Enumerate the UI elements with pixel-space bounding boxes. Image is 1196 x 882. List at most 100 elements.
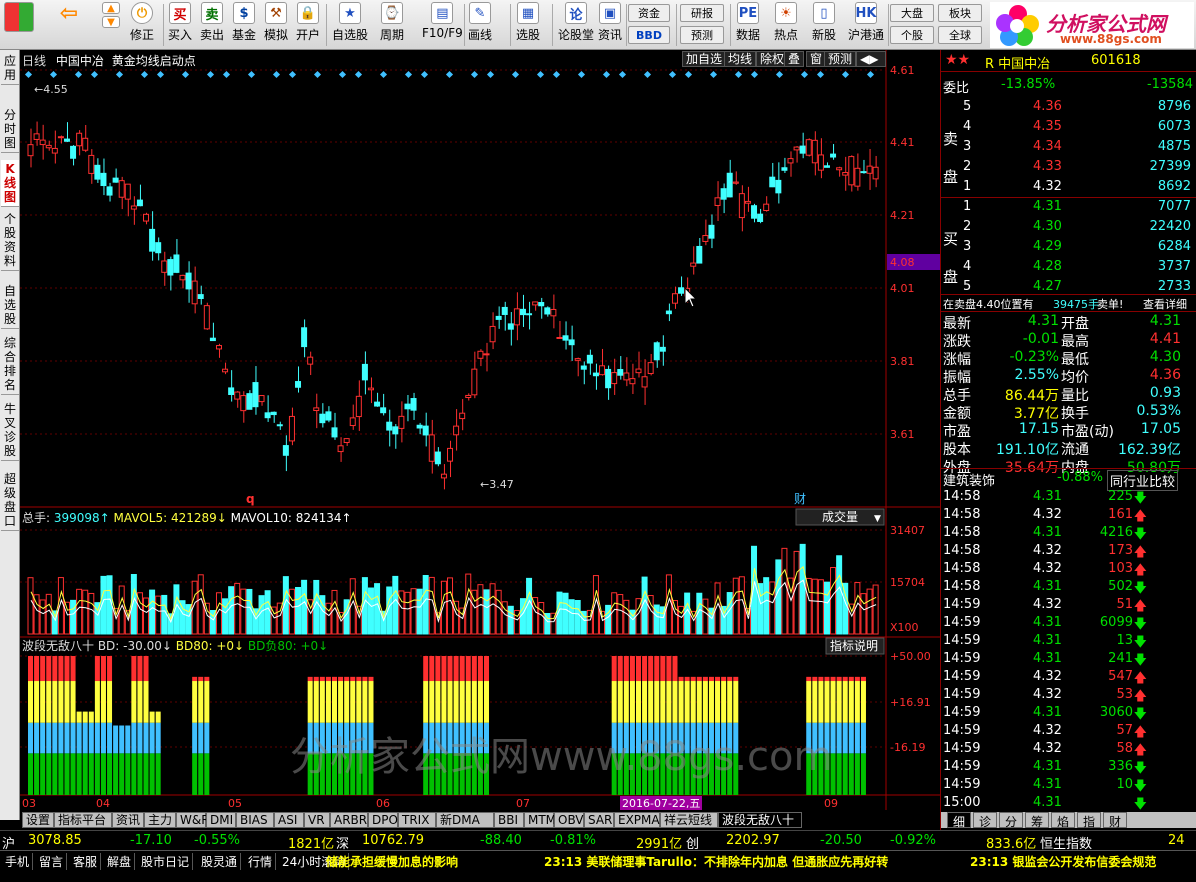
toolbar-4-button[interactable]: 🔒 开户 [294,2,322,48]
kline-chart-area[interactable]: 4.61 4.41 4.21 4.01 3.81 3.61 4.08 ←4.55 ←3.47 q 财… [20,50,941,820]
left-tab-5[interactable]: 综合排名 [1,334,19,395]
sell-row[interactable]: 5 4.36 8796 [941,98,1196,116]
left-tab-3[interactable]: 个股资料 [1,210,19,271]
chart-nav-icon[interactable]: ◀▶ [856,51,886,67]
right-tab-4[interactable]: 焰 [1051,812,1075,829]
candle-body [288,415,295,442]
left-tab-2[interactable]: K线图 [1,160,19,207]
indicator-tab-11[interactable]: TRIX [398,812,436,828]
right-tab-6[interactable]: 财 [1103,812,1127,829]
indicator-tab-0[interactable]: 设置 [22,812,54,828]
toolbar-2-button[interactable]: $ 基金 [230,2,258,48]
chart-btn-1[interactable]: 均线 [724,51,757,67]
indicator-tab-6[interactable]: BIAS [236,812,274,828]
windows-logo-icon[interactable] [2,2,36,48]
toolbar-12-button[interactable]: PE 数据 [734,2,762,48]
indicator-tab-15[interactable]: OBV [554,812,584,828]
indicator-tab-5[interactable]: DMI [206,812,236,828]
indicator-bar [435,681,441,723]
dapan-button[interactable]: 大盘 [890,4,934,22]
right-tab-2[interactable]: 分 [999,812,1023,829]
toolbar-15-button[interactable]: HK 沪港通 [846,2,886,48]
indicator-tab-17[interactable]: EXPMA [614,812,660,828]
bankuai-button[interactable]: 板块 [938,4,982,22]
sell-row[interactable]: 3 4.34 4875 [941,138,1196,156]
buy-row[interactable]: 2 4.30 22420 [941,218,1196,236]
indicator-bar [611,681,617,723]
status-btn-5[interactable]: 股灵通 [198,853,242,870]
sell-row[interactable]: 1 4.32 8692 [941,178,1196,196]
indicator-tab-7[interactable]: ASI [274,812,304,828]
bbd-button[interactable]: BBD [628,26,670,44]
chart-btn-5[interactable]: 预测 [824,51,857,67]
chart-btn-4[interactable]: 窗 [806,51,827,67]
chart-btn-0[interactable]: 加自选 [682,51,727,67]
indicator-tab-2[interactable]: 资讯 [112,812,144,828]
right-tab-5[interactable]: 指 [1077,812,1101,829]
up-down-button[interactable]: ▲ ▼ [100,2,122,48]
status-btn-6[interactable]: 行情 [245,853,277,870]
toolbar-5-button[interactable]: ★ 自选股 [330,2,370,48]
right-tab-0[interactable]: 细 [947,812,971,829]
buy-row[interactable]: 1 4.31 7077 [941,198,1196,216]
status-btn-4[interactable]: 股市日记 [138,853,194,870]
chart-btn-3[interactable]: 叠 [784,51,805,67]
left-tab-1[interactable]: 分时图 [1,106,19,153]
left-tab-4[interactable]: 自选股 [1,282,19,329]
back-button[interactable]: ⇦ [56,1,82,48]
gegu-button[interactable]: 个股 [890,26,934,44]
right-tab-3[interactable]: 筹 [1025,812,1049,829]
indicator-tab-16[interactable]: SAR [584,812,614,828]
left-tab-7[interactable]: 超级盘口 [1,470,19,531]
left-tab-6[interactable]: 牛叉诊股 [1,400,19,461]
indicator-tab-9[interactable]: ARBR [330,812,368,828]
indicator-tab-3[interactable]: 主力 [144,812,176,828]
toolbar-3-button[interactable]: ⚒ 模拟 [262,2,290,48]
sell-row[interactable]: 4 4.35 6073 [941,118,1196,136]
indicator-tab-14[interactable]: MTM [524,812,556,828]
toolbar-13-button[interactable]: ☀ 热点 [772,2,800,48]
volume-bar [70,599,77,635]
indicator-tab-8[interactable]: VR [304,812,330,828]
research-button[interactable]: 研报 [680,4,724,22]
status-btn-0[interactable]: 手机 [2,853,34,870]
big-order-notice[interactable]: 在卖盘4.40位置有 39475手 卖单! 查看详细 [941,294,1196,312]
status-btn-3[interactable]: 解盘 [104,853,136,870]
toolbar-9-label: 选股 [516,28,541,42]
indicator-tab-1[interactable]: 指标平台 [54,812,112,828]
sell-row[interactable]: 2 4.33 27399 [941,158,1196,176]
hs-index: 24 [1168,833,1185,848]
news-item-3[interactable]: 23:13 银监会公开发布信委会规范 [970,853,1156,870]
indicator-bar [137,753,143,795]
toolbar-10-button[interactable]: 论论股堂 [556,2,596,48]
volume-select[interactable]: 成交量 [822,509,858,524]
revise-button[interactable]: ⏻ 修正 [128,2,156,48]
indicator-tab-10[interactable]: DPO [368,812,398,828]
news-item-2[interactable]: 23:13 美联储理事Tarullo：不排除年内加息 但通胀应先再好转 [544,853,888,870]
indicator-tab-12[interactable]: 新DMA [436,812,494,828]
forecast-button[interactable]: 预测 [680,26,724,44]
toolbar-1-button[interactable]: 卖卖出 [198,2,226,48]
status-btn-1[interactable]: 留言 [36,853,68,870]
kline-chart-svg[interactable]: 4.61 4.41 4.21 4.01 3.81 3.61 4.08 ←4.55 ←3.47 q 财… [20,50,941,812]
right-tab-1[interactable]: 诊 [973,812,997,829]
toolbar-7-button[interactable]: ▤ F10/F9 [420,2,465,48]
status-btn-2[interactable]: 客服 [70,853,102,870]
toolbar-6-button[interactable]: ⌚ 周期 [378,2,406,48]
buy-row[interactable]: 3 4.29 6284 [941,238,1196,256]
toolbar-8-button[interactable]: ✎ 画线 [466,2,494,48]
indicator-tab-19[interactable]: 波段无敌八十 [718,812,802,828]
indicator-tab-18[interactable]: 祥云短线 [660,812,718,828]
indicator-help-button[interactable]: 指标说明 [830,638,878,653]
left-tab-0[interactable]: 应用 [1,52,19,85]
zijin-button[interactable]: 资金 [628,4,670,22]
buy-row[interactable]: 4 4.28 3737 [941,258,1196,276]
indicator-tab-4[interactable]: W&R [176,812,210,828]
toolbar-9-button[interactable]: ▦ 选股 [514,2,542,48]
quanqiu-button[interactable]: 全球 [938,26,982,44]
toolbar-0-button[interactable]: 买买入 [166,2,194,48]
toolbar-14-button[interactable]: ▯ 新股 [810,2,838,48]
news-item-1[interactable]: 储能承担缓慢加息的影响 [326,853,458,870]
indicator-tab-13[interactable]: BBI [494,812,524,828]
toolbar-11-button[interactable]: ▣ 资讯 [596,2,624,48]
